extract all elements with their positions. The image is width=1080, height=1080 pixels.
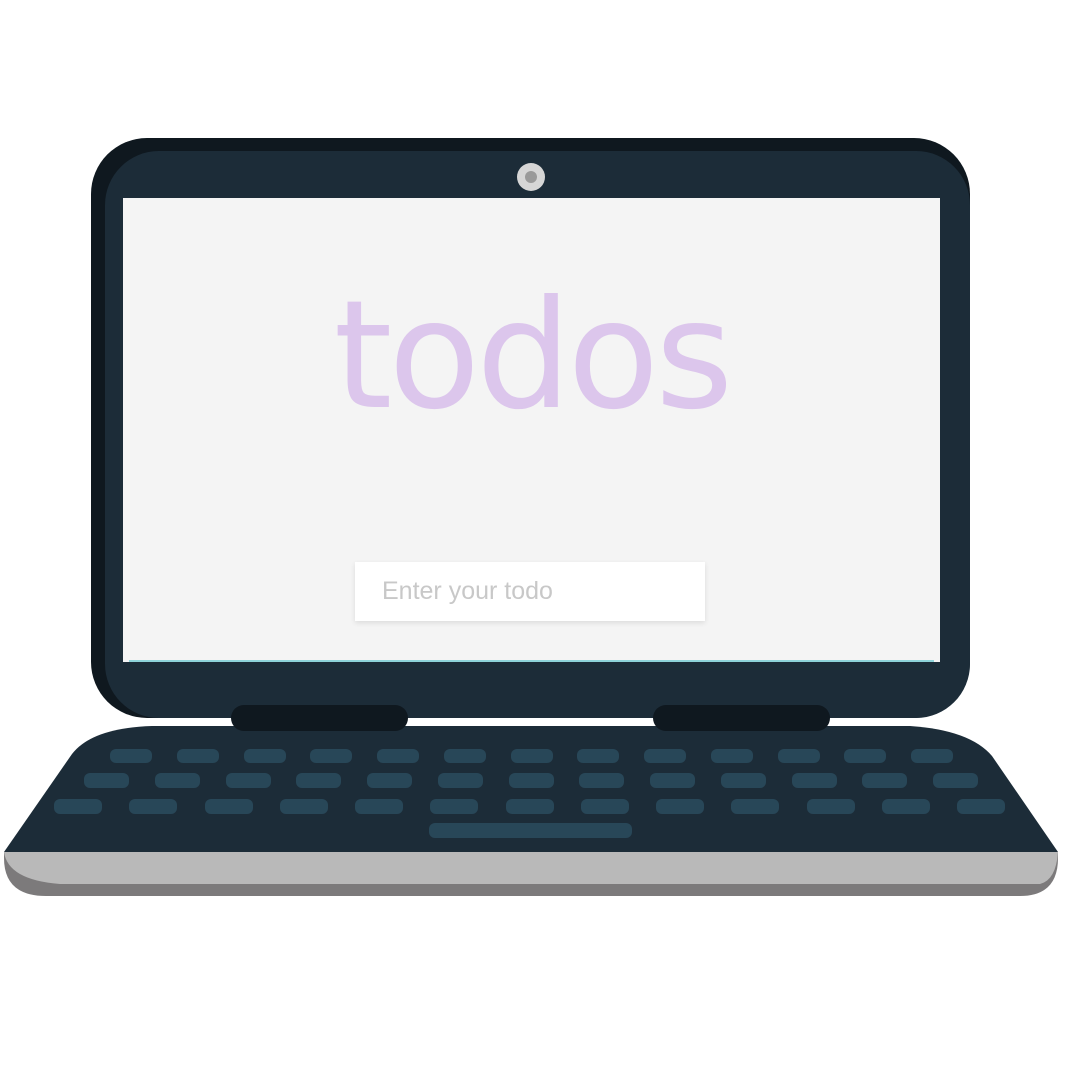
- app-title: todos: [333, 269, 734, 443]
- webcam-lens: [525, 171, 537, 183]
- keyboard-key: [882, 799, 930, 814]
- keyboard-key: [444, 749, 486, 763]
- keyboard-key: [731, 799, 779, 814]
- keyboard-key: [438, 773, 483, 788]
- keyboard-key: [792, 773, 837, 788]
- keyboard-key: [711, 749, 753, 763]
- keyboard-spacebar: [429, 823, 632, 838]
- hinge-left: [231, 705, 408, 731]
- keyboard-key: [511, 749, 553, 763]
- base-bottom-edge: [4, 852, 1058, 884]
- keyboard-key: [355, 799, 403, 814]
- keyboard-key: [509, 773, 554, 788]
- keyboard-key: [84, 773, 129, 788]
- keyboard-key: [721, 773, 766, 788]
- keyboard-key: [957, 799, 1005, 814]
- keyboard-key: [911, 749, 953, 763]
- keyboard-key: [54, 799, 102, 814]
- keyboard-key: [367, 773, 412, 788]
- keyboard-key: [656, 799, 704, 814]
- todo-input[interactable]: [355, 562, 705, 621]
- keyboard-key: [110, 749, 152, 763]
- keyboard-key: [581, 799, 629, 814]
- keyboard-key: [844, 749, 886, 763]
- keyboard-key: [377, 749, 419, 763]
- laptop-illustration: todos: [0, 0, 1080, 1080]
- keyboard-key: [296, 773, 341, 788]
- hinge-right: [653, 705, 830, 731]
- keyboard-key: [244, 749, 286, 763]
- keyboard-key: [577, 749, 619, 763]
- screen-bottom-line: [129, 660, 934, 662]
- keyboard-key: [506, 799, 554, 814]
- keyboard-key: [579, 773, 624, 788]
- keyboard-key: [310, 749, 352, 763]
- keyboard-key: [650, 773, 695, 788]
- keyboard-key: [280, 799, 328, 814]
- keyboard-key: [933, 773, 978, 788]
- webcam-icon: [517, 163, 545, 191]
- keyboard-key: [862, 773, 907, 788]
- keyboard-key: [778, 749, 820, 763]
- keyboard-key: [644, 749, 686, 763]
- keyboard-key: [430, 799, 478, 814]
- laptop-screen: todos: [123, 198, 940, 662]
- keyboard-key: [807, 799, 855, 814]
- keyboard-key: [205, 799, 253, 814]
- keyboard-key: [226, 773, 271, 788]
- keyboard-key: [129, 799, 177, 814]
- keyboard-key: [155, 773, 200, 788]
- keyboard-key: [177, 749, 219, 763]
